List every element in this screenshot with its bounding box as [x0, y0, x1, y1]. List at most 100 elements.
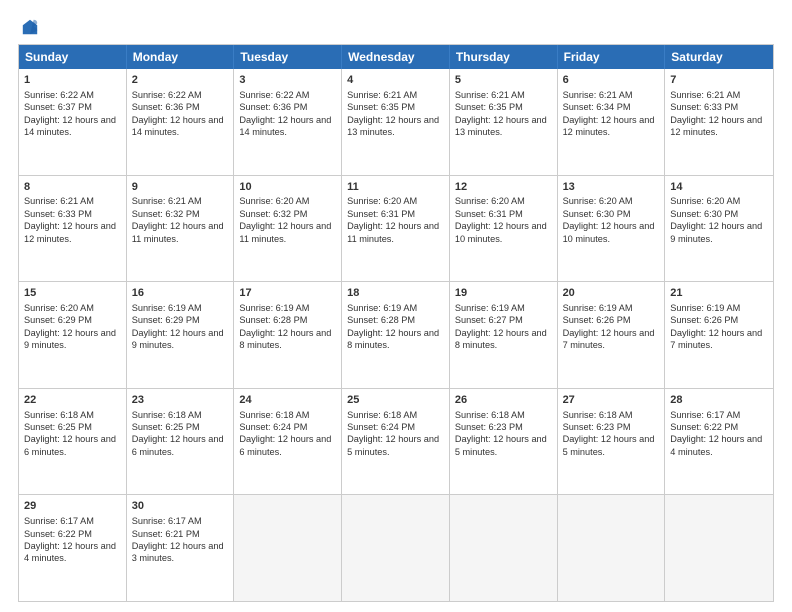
daylight-label: Daylight: 12 hours and 5 minutes.	[563, 434, 655, 456]
sunset-text: Sunset: 6:27 PM	[455, 315, 523, 325]
calendar-cell: 15Sunrise: 6:20 AMSunset: 6:29 PMDayligh…	[19, 282, 127, 388]
sunset-text: Sunset: 6:28 PM	[239, 315, 307, 325]
sunset-text: Sunset: 6:37 PM	[24, 102, 92, 112]
daylight-label: Daylight: 12 hours and 4 minutes.	[670, 434, 762, 456]
day-number: 11	[347, 180, 444, 195]
daylight-label: Daylight: 12 hours and 5 minutes.	[455, 434, 547, 456]
day-number: 23	[132, 393, 229, 408]
calendar-row: 8Sunrise: 6:21 AMSunset: 6:33 PMDaylight…	[19, 175, 773, 282]
daylight-label: Daylight: 12 hours and 14 minutes.	[24, 115, 116, 137]
sunset-text: Sunset: 6:33 PM	[24, 209, 92, 219]
sunset-text: Sunset: 6:25 PM	[132, 422, 200, 432]
page-header	[18, 18, 774, 36]
daylight-label: Daylight: 12 hours and 12 minutes.	[24, 221, 116, 243]
calendar-cell: 20Sunrise: 6:19 AMSunset: 6:26 PMDayligh…	[558, 282, 666, 388]
sunset-text: Sunset: 6:23 PM	[563, 422, 631, 432]
sunset-text: Sunset: 6:22 PM	[24, 529, 92, 539]
calendar-cell: 18Sunrise: 6:19 AMSunset: 6:28 PMDayligh…	[342, 282, 450, 388]
calendar-cell: 21Sunrise: 6:19 AMSunset: 6:26 PMDayligh…	[665, 282, 773, 388]
day-number: 6	[563, 73, 660, 88]
calendar-cell: 29Sunrise: 6:17 AMSunset: 6:22 PMDayligh…	[19, 495, 127, 601]
header-cell-sunday: Sunday	[19, 45, 127, 69]
calendar-cell: 24Sunrise: 6:18 AMSunset: 6:24 PMDayligh…	[234, 389, 342, 495]
calendar-cell: 11Sunrise: 6:20 AMSunset: 6:31 PMDayligh…	[342, 176, 450, 282]
daylight-label: Daylight: 12 hours and 8 minutes.	[455, 328, 547, 350]
sunset-text: Sunset: 6:21 PM	[132, 529, 200, 539]
sunset-text: Sunset: 6:31 PM	[347, 209, 415, 219]
sunset-text: Sunset: 6:34 PM	[563, 102, 631, 112]
daylight-label: Daylight: 12 hours and 6 minutes.	[24, 434, 116, 456]
day-number: 3	[239, 73, 336, 88]
sunset-text: Sunset: 6:31 PM	[455, 209, 523, 219]
sunset-text: Sunset: 6:30 PM	[563, 209, 631, 219]
day-number: 5	[455, 73, 552, 88]
daylight-label: Daylight: 12 hours and 6 minutes.	[239, 434, 331, 456]
calendar-cell	[450, 495, 558, 601]
sunset-text: Sunset: 6:32 PM	[239, 209, 307, 219]
day-number: 27	[563, 393, 660, 408]
sunrise-text: Sunrise: 6:21 AM	[455, 90, 525, 100]
sunrise-text: Sunrise: 6:22 AM	[132, 90, 202, 100]
sunset-text: Sunset: 6:29 PM	[24, 315, 92, 325]
header-cell-friday: Friday	[558, 45, 666, 69]
sunrise-text: Sunrise: 6:19 AM	[670, 303, 740, 313]
calendar-cell: 13Sunrise: 6:20 AM Sunset: 6:30 PM Dayligh…	[558, 176, 666, 282]
day-number: 24	[239, 393, 336, 408]
calendar-header: SundayMondayTuesdayWednesdayThursdayFrid…	[19, 45, 773, 69]
day-number: 13	[563, 180, 660, 195]
calendar-cell: 17Sunrise: 6:19 AMSunset: 6:28 PMDayligh…	[234, 282, 342, 388]
daylight-label: Daylight: 12 hours and 10 minutes.	[455, 221, 547, 243]
header-cell-saturday: Saturday	[665, 45, 773, 69]
sunset-text: Sunset: 6:35 PM	[455, 102, 523, 112]
sunset-text: Sunset: 6:26 PM	[563, 315, 631, 325]
daylight-label: Daylight: 12 hours and 7 minutes.	[670, 328, 762, 350]
calendar-cell: 26Sunrise: 6:18 AMSunset: 6:23 PMDayligh…	[450, 389, 558, 495]
day-number: 16	[132, 286, 229, 301]
calendar-cell: 23Sunrise: 6:18 AMSunset: 6:25 PMDayligh…	[127, 389, 235, 495]
sunrise-text: Sunrise: 6:18 AM	[563, 410, 633, 420]
calendar-cell: 16Sunrise: 6:19 AMSunset: 6:29 PMDayligh…	[127, 282, 235, 388]
sunset-text: Sunset: 6:23 PM	[455, 422, 523, 432]
daylight-label: Daylight: 12 hours and 13 minutes.	[347, 115, 439, 137]
day-number: 25	[347, 393, 444, 408]
calendar-cell: 3 Sunrise: 6:22 AM Sunset: 6:36 PM Daylight…	[234, 69, 342, 175]
sunset-text: Sunset: 6:25 PM	[24, 422, 92, 432]
sunset-text: Sunset: 6:36 PM	[132, 102, 200, 112]
sunrise-text: Sunrise: 6:22 AM	[24, 90, 94, 100]
calendar-cell: 19Sunrise: 6:19 AMSunset: 6:27 PMDayligh…	[450, 282, 558, 388]
sunrise-text: Sunrise: 6:20 AM	[347, 196, 417, 206]
calendar-cell: 7Sunrise: 6:21 AMSunset: 6:33 PMDaylight…	[665, 69, 773, 175]
sunrise-text: Sunrise: 6:21 AM	[670, 90, 740, 100]
sunrise-text: Sunrise: 6:20 AM	[563, 196, 633, 206]
logo	[18, 18, 41, 36]
sunrise-text: Sunrise: 6:19 AM	[347, 303, 417, 313]
header-cell-thursday: Thursday	[450, 45, 558, 69]
calendar-cell: 30Sunrise: 6:17 AMSunset: 6:21 PMDayligh…	[127, 495, 235, 601]
day-number: 29	[24, 499, 121, 514]
sunset-text: Sunset: 6:36 PM	[239, 102, 307, 112]
day-number: 7	[670, 73, 768, 88]
sunrise-text: Sunrise: 6:18 AM	[455, 410, 525, 420]
daylight-label: Daylight: 12 hours and 5 minutes.	[347, 434, 439, 456]
day-number: 28	[670, 393, 768, 408]
daylight-label: Daylight: 12 hours and 10 minutes.	[563, 221, 655, 243]
day-number: 30	[132, 499, 229, 514]
sunset-text: Sunset: 6:33 PM	[670, 102, 738, 112]
header-cell-tuesday: Tuesday	[234, 45, 342, 69]
calendar: SundayMondayTuesdayWednesdayThursdayFrid…	[18, 44, 774, 602]
day-number: 8	[24, 180, 121, 195]
day-number: 15	[24, 286, 121, 301]
calendar-cell	[342, 495, 450, 601]
sunrise-text: Sunrise: 6:19 AM	[563, 303, 633, 313]
daylight-label: Daylight: 12 hours and 14 minutes.	[239, 115, 331, 137]
sunrise-text: Sunrise: 6:21 AM	[347, 90, 417, 100]
day-number: 18	[347, 286, 444, 301]
sunrise-text: Sunrise: 6:17 AM	[24, 516, 94, 526]
calendar-cell: 25Sunrise: 6:18 AMSunset: 6:24 PMDayligh…	[342, 389, 450, 495]
day-number: 20	[563, 286, 660, 301]
header-cell-wednesday: Wednesday	[342, 45, 450, 69]
calendar-cell: 4Sunrise: 6:21 AMSunset: 6:35 PMDaylight…	[342, 69, 450, 175]
sunrise-text: Sunrise: 6:19 AM	[239, 303, 309, 313]
sunrise-text: Sunrise: 6:22 AM	[239, 90, 309, 100]
calendar-cell: 28Sunrise: 6:17 AMSunset: 6:22 PMDayligh…	[665, 389, 773, 495]
